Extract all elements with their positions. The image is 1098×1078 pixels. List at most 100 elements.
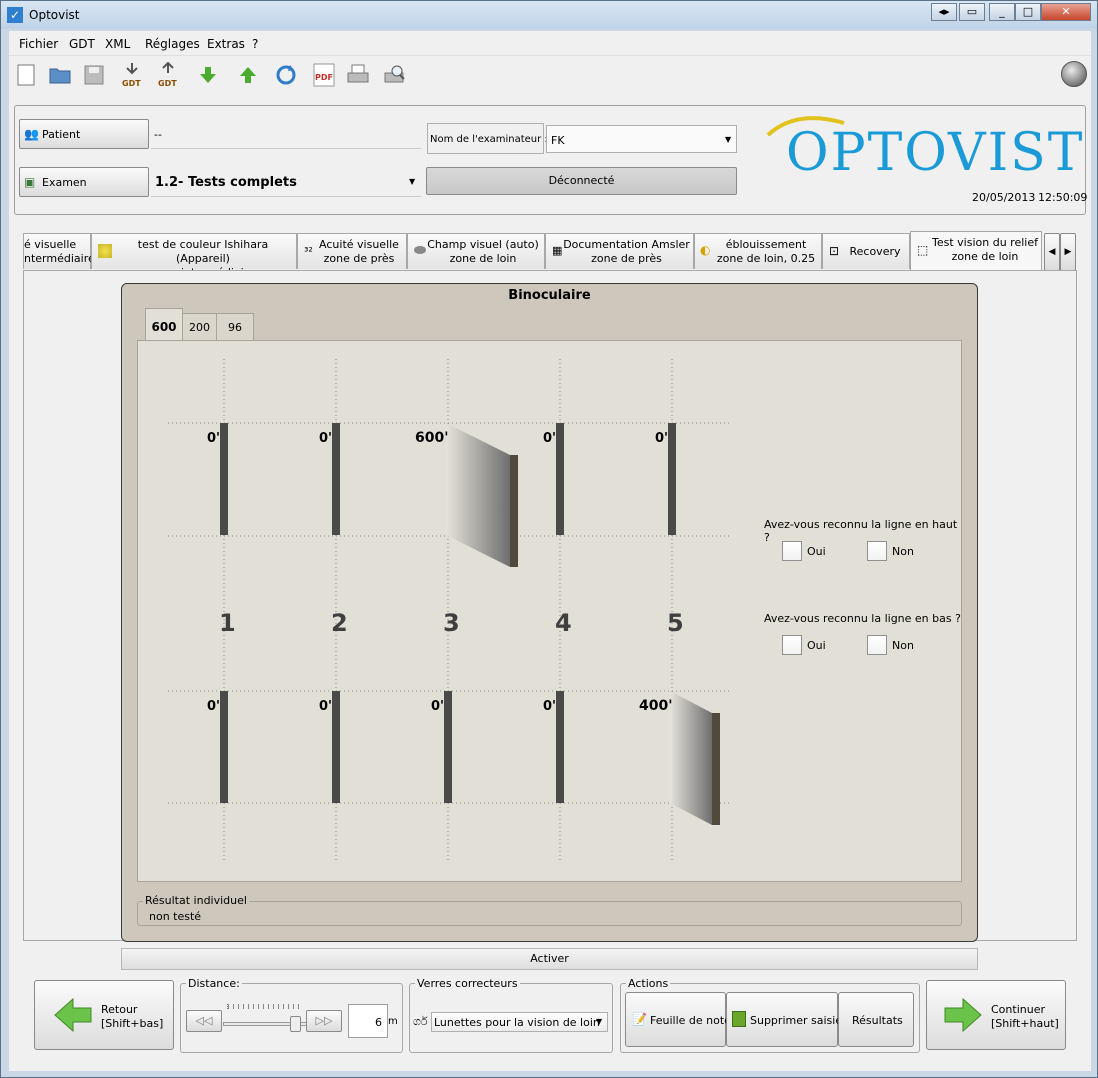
pdf-icon[interactable]: PDF xyxy=(311,62,337,88)
menu-fichier[interactable]: Fichier xyxy=(19,37,58,51)
panel-title: Binoculaire xyxy=(508,288,591,303)
patient-icon: 👥 xyxy=(24,127,39,141)
tab-200[interactable]: 200 xyxy=(182,313,217,341)
print-icon[interactable] xyxy=(345,62,371,88)
bottom-label-5: 400' xyxy=(639,698,673,714)
tab-600[interactable]: 600 xyxy=(145,308,183,341)
status-light-icon xyxy=(1061,61,1087,87)
patient-button[interactable]: 👥 Patient xyxy=(19,119,149,149)
arrow-up-icon[interactable] xyxy=(235,62,261,88)
bottom-oui-label: Oui xyxy=(807,639,826,652)
column-number-4: 4 xyxy=(555,609,572,637)
bottom-non-checkbox[interactable] xyxy=(867,635,887,655)
restore-arrows-icon[interactable]: ◂▸ xyxy=(931,3,957,21)
examiner-label-box: Nom de l'examinateur : xyxy=(427,123,548,154)
refresh-icon[interactable] xyxy=(273,62,299,88)
tab-ishihara[interactable]: test de couleur Ishihara (Appareil)zone … xyxy=(91,233,297,279)
question-bottom: Avez-vous reconnu la ligne en bas ? xyxy=(764,612,961,625)
top-oui-label: Oui xyxy=(807,545,826,558)
resultats-button[interactable]: Résultats xyxy=(838,992,914,1047)
column-number-1: 1 xyxy=(219,609,236,637)
tab-scroll-right-icon[interactable]: ▶ xyxy=(1060,233,1076,271)
menu-reglages[interactable]: Réglages xyxy=(145,37,200,51)
examen-select[interactable]: 1.2- Tests complets ▼ xyxy=(151,169,421,197)
print-preview-icon[interactable] xyxy=(381,62,407,88)
supprimer-saisies-button[interactable]: Supprimer saisies xyxy=(726,992,848,1047)
top-non-checkbox[interactable] xyxy=(867,541,887,561)
retour-button[interactable]: Retour [Shift+bas] xyxy=(34,980,174,1050)
column-number-2: 2 xyxy=(331,609,348,637)
continuer-button[interactable]: Continuer [Shift+haut] xyxy=(926,980,1066,1050)
tab-vision-relief[interactable]: ⬚ Test vision du relief zone de loin xyxy=(910,231,1042,271)
patient-field[interactable]: -- xyxy=(151,121,421,149)
ishihara-icon xyxy=(98,244,112,258)
bar-bottom-3 xyxy=(444,691,452,803)
bar-top-1 xyxy=(220,423,228,535)
tab-recovery[interactable]: ⊡ Recovery xyxy=(822,233,910,269)
tab-amsler[interactable]: ▦ Documentation Amsler zone de près xyxy=(545,233,694,269)
verres-select[interactable]: Lunettes pour la vision de loin ▼ xyxy=(431,1012,608,1032)
new-document-icon[interactable] xyxy=(13,62,39,88)
arrow-right-icon xyxy=(944,997,982,1033)
connection-status[interactable]: Déconnecté xyxy=(426,167,737,195)
acuity-numbers-icon: ³² xyxy=(304,245,313,258)
glare-icon: ◐ xyxy=(700,243,711,257)
result-group xyxy=(137,901,962,926)
tab-acuite-pres[interactable]: ³² Acuité visuelle zone de près xyxy=(297,233,407,269)
top-label-5: 0' xyxy=(655,431,669,446)
bar-top-3-edge xyxy=(510,455,518,567)
tab-acuite-intermediaire[interactable]: é visuelle ntermédiaire xyxy=(23,233,95,269)
glasses-icon: ර්ග xyxy=(413,1015,428,1028)
open-folder-icon[interactable] xyxy=(47,62,73,88)
menu-help[interactable]: ? xyxy=(252,37,258,51)
svg-text:PDF: PDF xyxy=(315,73,333,82)
distance-forward-icon[interactable]: ▷▷ xyxy=(306,1010,342,1032)
bar-top-2 xyxy=(332,423,340,535)
distance-input[interactable]: 6 xyxy=(348,1004,388,1038)
note-icon: 📝 xyxy=(632,1012,647,1026)
gdt-export-icon[interactable]: GDT xyxy=(155,62,181,88)
save-icon[interactable] xyxy=(81,62,107,88)
title-bar: ✓ Optovist ◂▸ ▭ _ □ ✕ xyxy=(1,1,1097,29)
tab-champ-visuel[interactable]: Champ visuel (auto) zone de loin xyxy=(407,233,545,269)
trash-icon xyxy=(732,1011,746,1027)
chevron-down-icon: ▼ xyxy=(725,135,732,144)
top-oui-checkbox[interactable] xyxy=(782,541,802,561)
menu-extras[interactable]: Extras xyxy=(207,37,245,51)
toolbar: GDT GDT PDF xyxy=(9,55,1091,95)
tab-96[interactable]: 96 xyxy=(216,313,254,341)
minimize-button[interactable]: _ xyxy=(989,3,1015,21)
gdt-import-icon[interactable]: GDT xyxy=(119,62,145,88)
bottom-oui-checkbox[interactable] xyxy=(782,635,802,655)
distance-rewind-icon[interactable]: ◁◁ xyxy=(186,1010,222,1032)
bar-bottom-5-shifted xyxy=(670,691,712,825)
feuille-de-note-button[interactable]: 📝 Feuille de note xyxy=(625,992,731,1047)
window-title: Optovist xyxy=(29,8,80,22)
bar-top-5 xyxy=(668,423,676,535)
arrow-down-icon[interactable] xyxy=(195,62,221,88)
grid-icon: ▦ xyxy=(552,244,563,257)
close-button[interactable]: ✕ xyxy=(1041,3,1091,21)
recovery-icon: ⊡ xyxy=(829,244,840,258)
top-label-1: 0' xyxy=(207,431,221,446)
slider-handle[interactable] xyxy=(290,1016,301,1032)
column-number-5: 5 xyxy=(667,609,684,637)
bar-top-4 xyxy=(556,423,564,535)
examiner-select[interactable]: FK ▼ xyxy=(546,125,737,153)
examen-icon: ▣ xyxy=(24,175,36,189)
tab-scroll-left-icon[interactable]: ◀ xyxy=(1044,233,1060,271)
window-menu-icon[interactable]: ▭ xyxy=(959,3,985,21)
arrow-left-icon xyxy=(54,997,92,1033)
examen-button[interactable]: ▣ Examen xyxy=(19,167,149,197)
bottom-label-3: 0' xyxy=(431,699,445,714)
menu-gdt[interactable]: GDT xyxy=(69,37,95,51)
activer-button[interactable]: Activer xyxy=(121,948,978,970)
bar-bottom-1 xyxy=(220,691,228,803)
maximize-button[interactable]: □ xyxy=(1015,3,1041,21)
time-text: 12:50:09 xyxy=(1038,191,1088,204)
verres-title: Verres correcteurs xyxy=(415,977,520,990)
menu-xml[interactable]: XML xyxy=(105,37,130,51)
distance-unit: m xyxy=(388,1016,398,1027)
tab-eblouissement[interactable]: ◐ éblouissement zone de loin, 0.25 xyxy=(694,233,822,269)
chevron-down-icon: ▼ xyxy=(596,1017,603,1026)
